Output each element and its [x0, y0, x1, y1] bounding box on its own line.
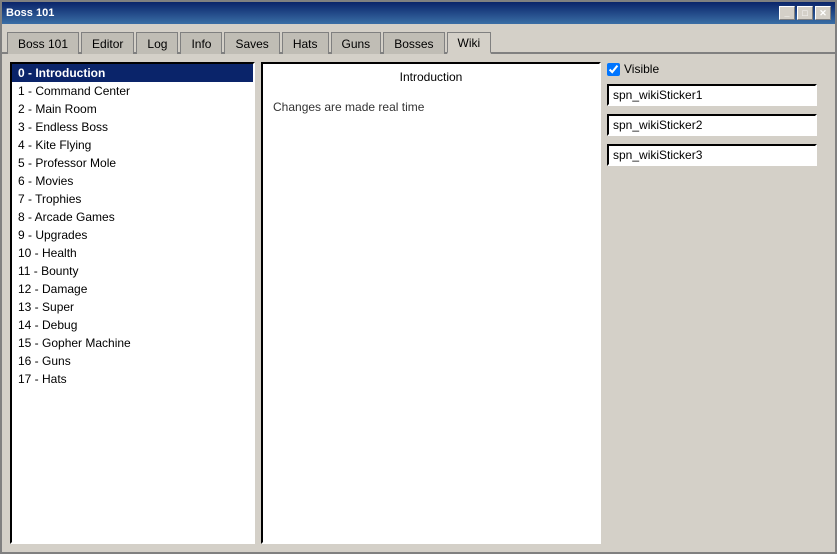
close-button[interactable]: ✕ — [815, 6, 831, 20]
main-window: Boss 101 _ □ ✕ Boss 101EditorLogInfoSave… — [0, 0, 837, 554]
tab-log[interactable]: Log — [136, 32, 178, 54]
left-panel: 0 - Introduction1 - Command Center2 - Ma… — [10, 62, 255, 544]
visible-checkbox[interactable] — [607, 63, 620, 76]
list-item-8[interactable]: 8 - Arcade Games — [12, 208, 253, 226]
visible-checkbox-wrapper: Visible — [607, 62, 659, 76]
middle-panel: Introduction Changes are made real time — [261, 62, 601, 544]
list-item-6[interactable]: 6 - Movies — [12, 172, 253, 190]
tab-boss101[interactable]: Boss 101 — [7, 32, 79, 54]
minimize-button[interactable]: _ — [779, 6, 795, 20]
visible-label: Visible — [624, 62, 659, 76]
list-item-2[interactable]: 2 - Main Room — [12, 100, 253, 118]
list-item-7[interactable]: 7 - Trophies — [12, 190, 253, 208]
tab-bosses[interactable]: Bosses — [383, 32, 444, 54]
list-item-5[interactable]: 5 - Professor Mole — [12, 154, 253, 172]
tab-hats[interactable]: Hats — [282, 32, 329, 54]
list-item-13[interactable]: 13 - Super — [12, 298, 253, 316]
maximize-button[interactable]: □ — [797, 6, 813, 20]
list-item-11[interactable]: 11 - Bounty — [12, 262, 253, 280]
list-item-0[interactable]: 0 - Introduction — [12, 64, 253, 82]
sticker1-input[interactable] — [607, 84, 817, 106]
list-item-1[interactable]: 1 - Command Center — [12, 82, 253, 100]
visible-row: Visible — [607, 62, 827, 76]
middle-panel-content: Changes are made real time — [269, 96, 593, 118]
list-item-15[interactable]: 15 - Gopher Machine — [12, 334, 253, 352]
list-item-12[interactable]: 12 - Damage — [12, 280, 253, 298]
title-bar-controls: _ □ ✕ — [779, 6, 831, 20]
list-item-4[interactable]: 4 - Kite Flying — [12, 136, 253, 154]
content-area: 0 - Introduction1 - Command Center2 - Ma… — [2, 54, 835, 552]
list-item-14[interactable]: 14 - Debug — [12, 316, 253, 334]
right-panel: Visible — [607, 62, 827, 544]
list-item-16[interactable]: 16 - Guns — [12, 352, 253, 370]
list-item-17[interactable]: 17 - Hats — [12, 370, 253, 388]
title-bar-text: Boss 101 — [6, 7, 779, 19]
tab-wiki[interactable]: Wiki — [447, 32, 492, 54]
middle-panel-title: Introduction — [269, 70, 593, 88]
tab-saves[interactable]: Saves — [224, 32, 279, 54]
sticker2-input[interactable] — [607, 114, 817, 136]
list-item-3[interactable]: 3 - Endless Boss — [12, 118, 253, 136]
tab-info[interactable]: Info — [180, 32, 222, 54]
title-bar: Boss 101 _ □ ✕ — [2, 2, 835, 24]
sticker3-input[interactable] — [607, 144, 817, 166]
tab-guns[interactable]: Guns — [331, 32, 382, 54]
list-item-9[interactable]: 9 - Upgrades — [12, 226, 253, 244]
tab-editor[interactable]: Editor — [81, 32, 134, 54]
tab-bar: Boss 101EditorLogInfoSavesHatsGunsBosses… — [2, 24, 835, 54]
list-item-10[interactable]: 10 - Health — [12, 244, 253, 262]
